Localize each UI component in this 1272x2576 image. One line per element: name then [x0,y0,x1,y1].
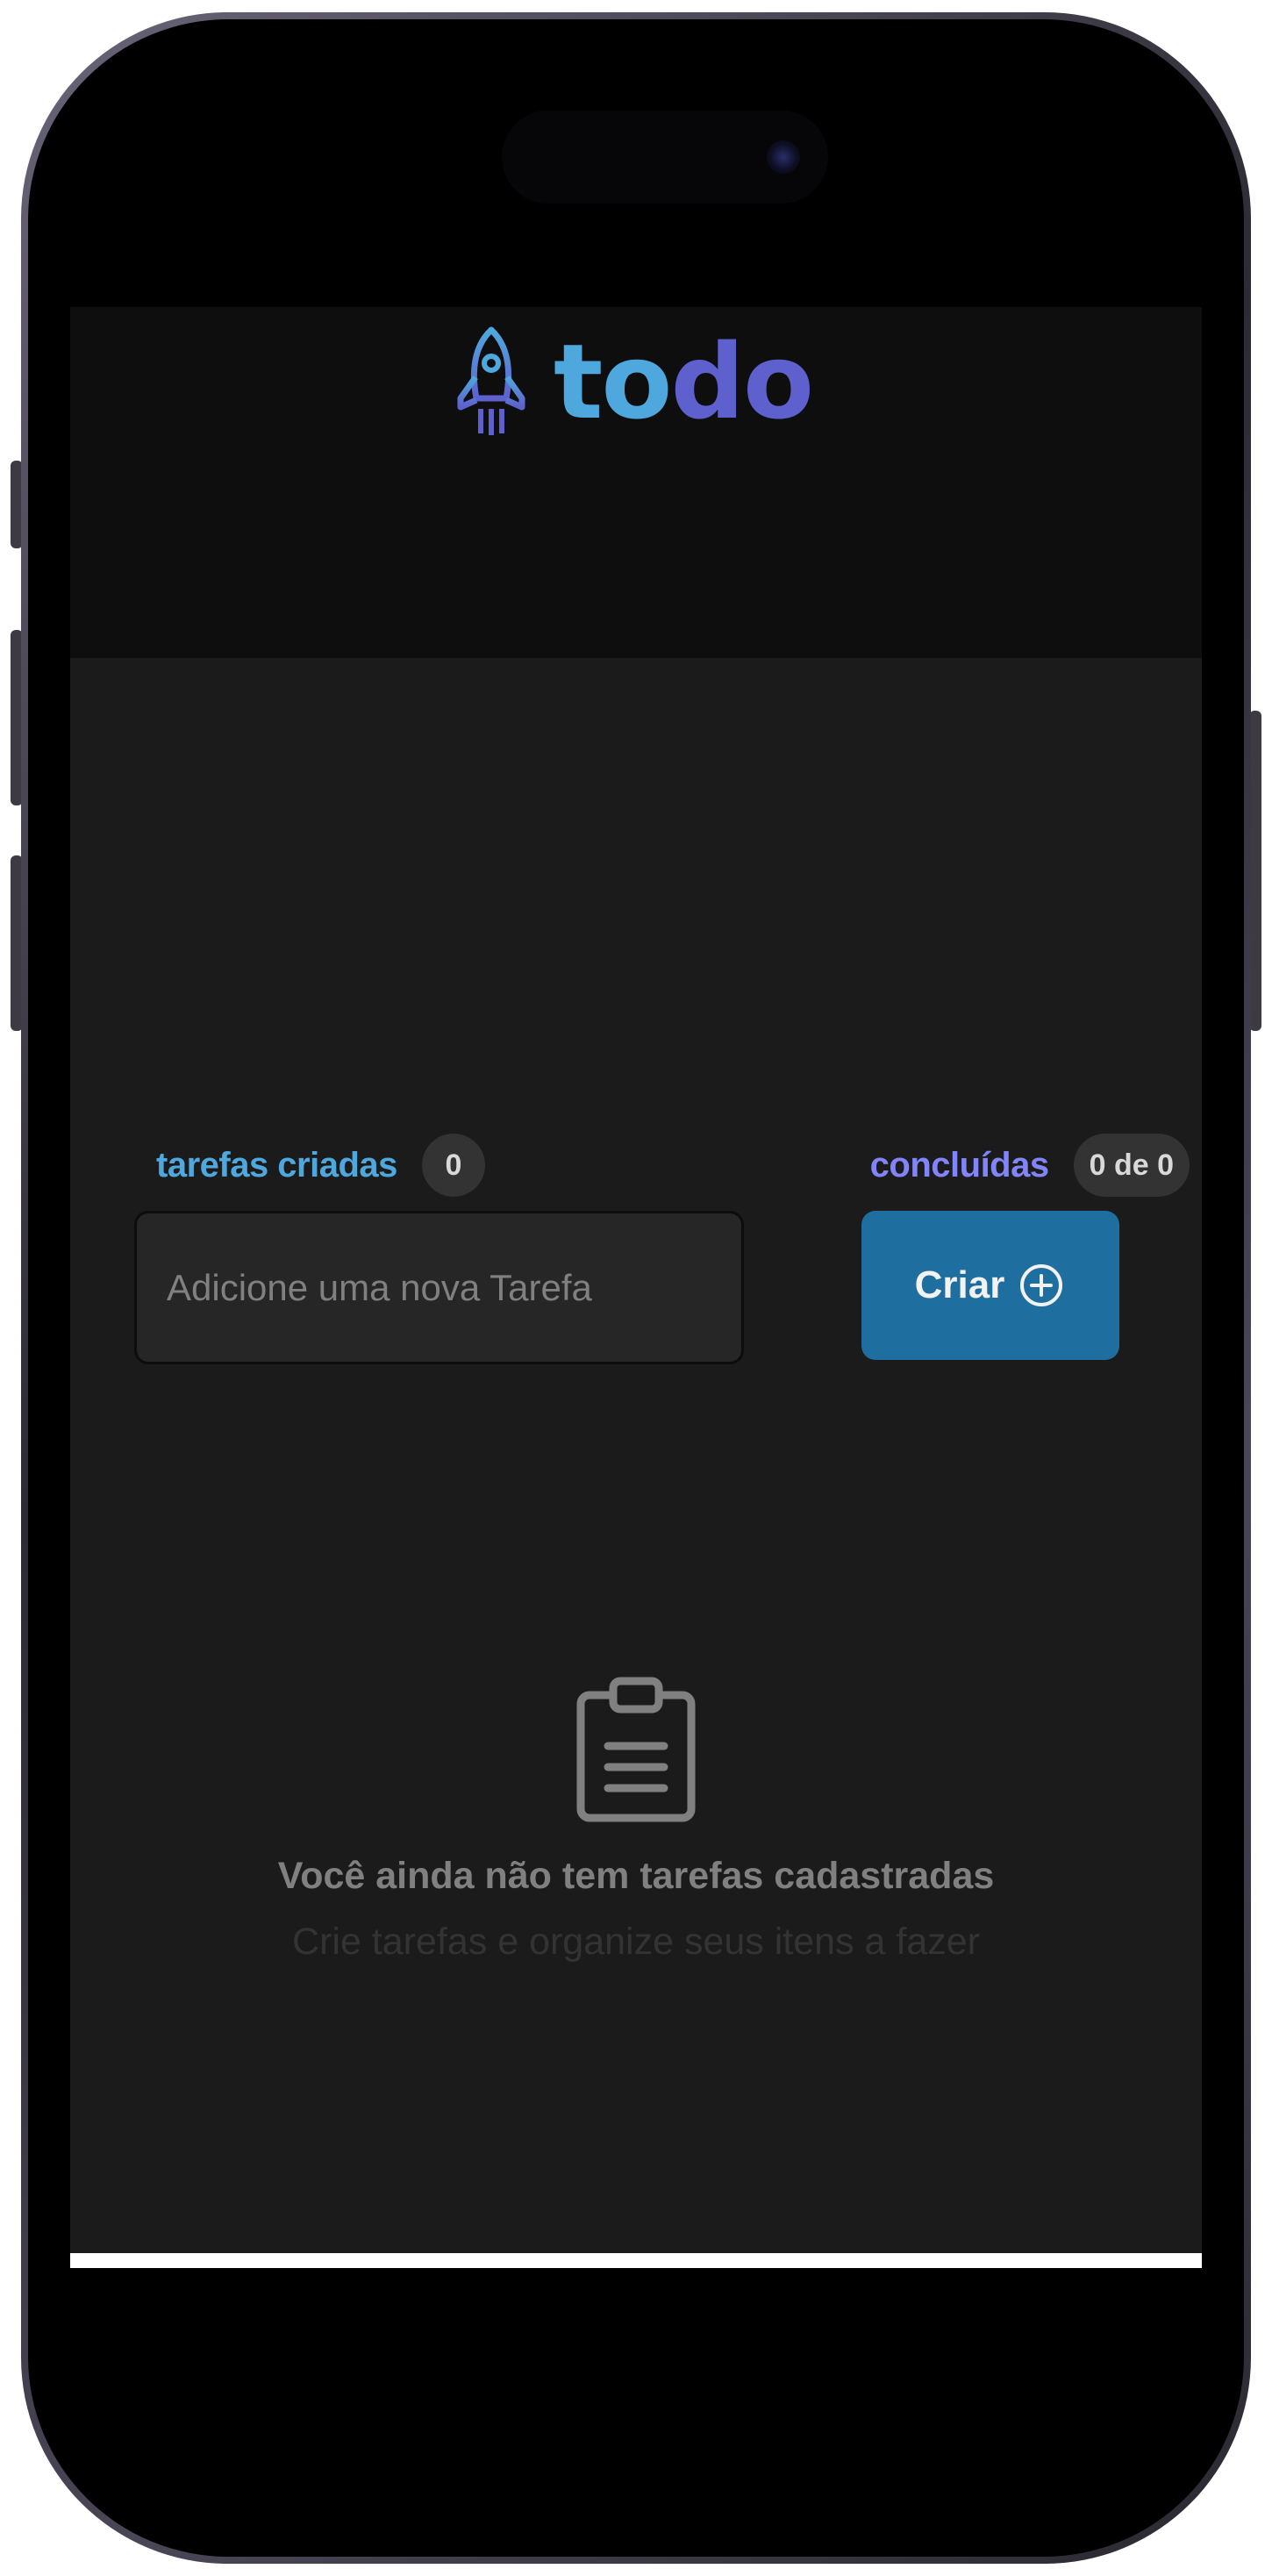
logo-wordmark: todo [554,330,814,433]
front-camera-icon [767,140,800,174]
empty-state-subtitle: Crie tarefas e organize seus itens a faz… [292,1921,980,1963]
done-count-badge: 0 de 0 [1073,1134,1190,1197]
plus-circle-icon [1020,1264,1063,1306]
done-counter: concluídas 0 de 0 [870,1130,1190,1200]
create-button-label: Criar [914,1263,1005,1306]
done-label: concluídas [869,1145,1049,1184]
empty-state: Você ainda não tem tarefas cadastradas C… [70,1676,1202,1964]
empty-state-title: Você ainda não tem tarefas cadastradas [277,1855,995,1897]
logo-text-do: do [670,321,814,442]
created-count-badge: 0 [421,1134,485,1197]
clipboard-icon [576,1677,696,1822]
task-counters: tarefas criadas 0 concluídas 0 de 0 [156,1130,1190,1200]
app-logo: todo [452,320,814,443]
app-header: todo [70,307,1202,658]
new-task-input[interactable] [134,1211,744,1364]
logo-text-to: to [554,321,672,442]
dynamic-island [502,111,828,204]
app-screen: todo tarefas criadas 0 concluídas 0 de 0… [70,307,1202,2268]
create-task-button[interactable]: Criar [861,1211,1119,1360]
power-button [1249,711,1261,1031]
screen-bottom-strip [70,2253,1202,2268]
created-counter: tarefas criadas 0 [156,1130,485,1200]
rocket-icon [457,326,525,435]
created-label: tarefas criadas [156,1145,397,1184]
